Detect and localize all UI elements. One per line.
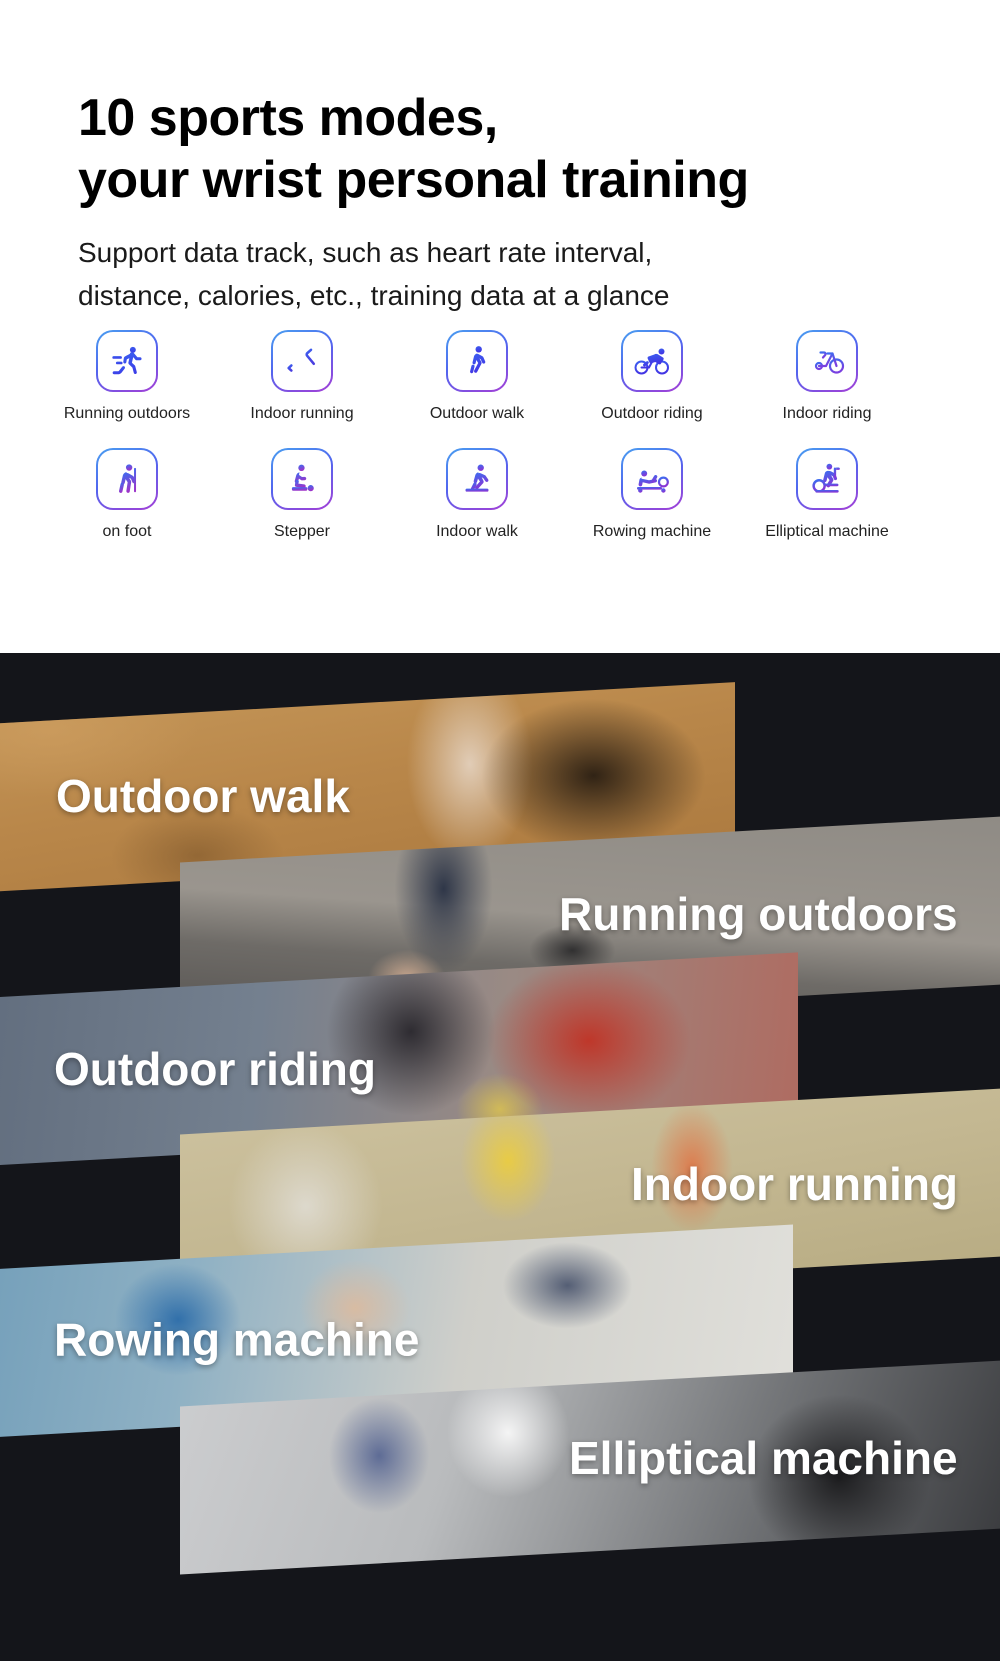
mode-tile <box>796 330 858 392</box>
mode-label: Stepper <box>273 523 331 540</box>
mode-label: Outdoor walk <box>429 405 525 422</box>
sports-modes-grid: Running outdoors Indoor running Outdoor … <box>40 330 960 542</box>
sports-modes-page: 10 sports modes, your wrist personal tra… <box>0 0 1000 1661</box>
rowing-machine-icon <box>637 470 669 493</box>
mode-label: on foot <box>102 523 152 540</box>
mode-item-indoor-walk[interactable]: Indoor walk <box>390 448 564 542</box>
mode-item-elliptical-machine[interactable]: Elliptical machine <box>740 448 914 542</box>
mode-tile <box>796 448 858 510</box>
mode-tile <box>271 448 333 510</box>
mode-item-outdoor-walk[interactable]: Outdoor walk <box>390 330 564 424</box>
page-title-line-2: your wrist personal training <box>78 150 749 209</box>
mode-tile <box>271 330 333 392</box>
page-title: 10 sports modes, your wrist personal tra… <box>78 87 948 211</box>
bicycle-icon <box>811 351 845 374</box>
mode-label: Indoor walk <box>436 523 518 540</box>
mode-label: Indoor running <box>250 405 354 422</box>
hero-section: 10 sports modes, your wrist personal tra… <box>0 0 1000 653</box>
mode-tile <box>96 448 158 510</box>
mode-item-indoor-riding[interactable]: Indoor riding <box>740 330 914 424</box>
mode-item-stepper[interactable]: Stepper <box>215 448 389 542</box>
mode-tile <box>446 448 508 510</box>
page-subtitle-line-2: distance, calories, etc., training data … <box>78 280 670 311</box>
mode-item-outdoor-riding[interactable]: Outdoor riding <box>565 330 739 424</box>
indoor-walk-icon <box>465 464 489 492</box>
page-title-line-1: 10 sports modes, <box>78 88 498 147</box>
stepper-icon <box>291 464 314 492</box>
elliptical-machine-icon <box>812 463 840 493</box>
mode-label: Indoor riding <box>782 405 872 422</box>
mode-tile <box>621 330 683 392</box>
mode-label: Running outdoors <box>63 405 191 422</box>
mode-tile <box>621 448 683 510</box>
mode-item-rowing-machine[interactable]: Rowing machine <box>565 448 739 542</box>
treadmill-icon <box>287 348 316 373</box>
mode-label: Elliptical machine <box>765 523 889 540</box>
running-outdoors-icon <box>112 346 142 375</box>
walking-icon <box>470 346 486 374</box>
page-subtitle-line-1: Support data track, such as heart rate i… <box>78 237 653 268</box>
sport-banners-section: Outdoor walk Running outdoors Outdoor ri… <box>0 653 1000 1661</box>
hiking-icon <box>118 464 137 493</box>
cyclist-icon <box>634 348 669 375</box>
mode-item-on-foot[interactable]: on foot <box>40 448 214 542</box>
mode-tile <box>96 330 158 392</box>
banner-label: Elliptical machine <box>569 1431 958 1484</box>
mode-item-indoor-running[interactable]: Indoor running <box>215 330 389 424</box>
page-subtitle: Support data track, such as heart rate i… <box>78 231 938 317</box>
mode-item-running-outdoors[interactable]: Running outdoors <box>40 330 214 424</box>
mode-tile <box>446 330 508 392</box>
mode-label: Rowing machine <box>592 523 712 540</box>
mode-label: Outdoor riding <box>601 405 703 422</box>
